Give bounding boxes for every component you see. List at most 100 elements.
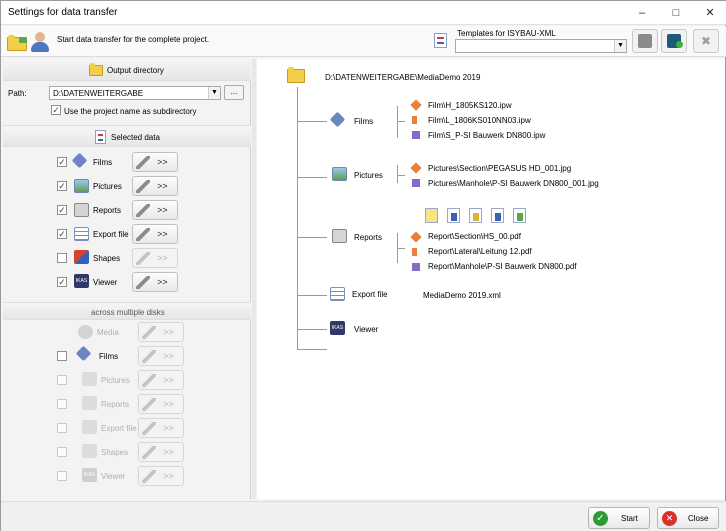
save-template-button[interactable]	[632, 29, 658, 53]
minimize-button[interactable]: –	[625, 1, 659, 25]
picture-file-2: Pictures\Manhole\P-SI Bauwerk DN800_001.…	[428, 179, 599, 188]
film-file-2: Film\L_1806KS010NN03.ipw	[428, 116, 531, 125]
films-checkbox[interactable]: ✓	[57, 157, 67, 167]
report-file-icon	[410, 231, 422, 243]
settings-window: Settings for data transfer – □ ✕ Start d…	[0, 0, 726, 531]
report-template-icon	[513, 208, 526, 223]
pictures-label: Pictures	[93, 182, 122, 191]
viewer-checkbox[interactable]: ✓	[57, 277, 67, 287]
disk-list: Media >> Films >> Pictures >> Reports >>…	[3, 321, 251, 499]
root-folder-icon	[287, 67, 305, 83]
templates-dropdown[interactable]: ▼	[455, 39, 627, 53]
path-value: D:\DATENWEITERGABE	[53, 89, 144, 98]
disk-films-checkbox[interactable]	[57, 351, 67, 361]
film-file-icon	[412, 131, 420, 139]
window-title: Settings for data transfer	[8, 7, 118, 18]
disk-films-settings-button[interactable]: >>	[138, 346, 184, 366]
checklist-icon	[95, 130, 106, 144]
films-icon	[75, 345, 92, 362]
close-window-button[interactable]: ✕	[693, 1, 726, 25]
report-template-icon	[491, 208, 504, 223]
disk-pictures-settings-button[interactable]: >>	[138, 370, 184, 390]
preview-panel: D:\DATENWEITERGABE\MediaDemo 2019 Films …	[257, 59, 725, 499]
export-file-icon	[330, 287, 345, 301]
films-settings-button[interactable]: >>	[132, 152, 178, 172]
left-panel: Output directory Path: D:\DATENWEITERGAB…	[3, 59, 251, 499]
wrench-icon	[142, 446, 156, 459]
wrench-icon	[142, 350, 156, 363]
shapes-checkbox[interactable]	[57, 253, 67, 263]
export-file-checkbox[interactable]: ✓	[57, 229, 67, 239]
selected-data-title: Selected data	[111, 133, 160, 142]
pictures-checkbox[interactable]: ✓	[57, 181, 67, 191]
report-file-icon	[412, 248, 417, 256]
disk-viewer-checkbox[interactable]	[57, 471, 67, 481]
start-button[interactable]: ✓ Start	[588, 507, 650, 529]
header-strip: Start data transfer for the complete pro…	[1, 26, 726, 57]
picture-file-icon	[412, 179, 420, 187]
across-disks-title: across multiple disks	[91, 308, 165, 317]
wrench-icon	[136, 204, 150, 217]
use-project-name-checkbox[interactable]: ✓	[51, 105, 61, 115]
pictures-icon	[332, 167, 347, 181]
disk-films-label: Films	[99, 352, 119, 361]
viewer-settings-button[interactable]: >>	[132, 272, 178, 292]
report-template-icon	[447, 208, 460, 223]
export-file-icon	[82, 420, 97, 434]
chevron-down-icon: ▼	[208, 87, 220, 99]
disk-viewer-settings-button[interactable]: >>	[138, 466, 184, 486]
wrench-icon	[142, 326, 156, 339]
report-file-2: Report\Lateral\Leitung 12.pdf	[428, 247, 532, 256]
path-dropdown[interactable]: D:\DATENWEITERGABE ▼	[49, 86, 221, 100]
path-label: Path:	[8, 89, 27, 98]
disk-reports-label: Reports	[101, 400, 130, 409]
media-settings-button[interactable]: >>	[138, 322, 184, 342]
disk-export-file-settings-button[interactable]: >>	[138, 418, 184, 438]
disk-pictures-label: Pictures	[101, 376, 130, 385]
export-file-label: Export file	[93, 230, 129, 239]
wrench-icon	[142, 374, 156, 387]
export-file-settings-button[interactable]: >>	[132, 224, 178, 244]
output-directory-header: Output directory	[3, 59, 251, 81]
folder-icon	[89, 63, 103, 76]
root-path: D:\DATENWEITERGABE\MediaDemo 2019	[325, 73, 481, 82]
save-new-template-button[interactable]	[661, 29, 687, 53]
disk-reports-settings-button[interactable]: >>	[138, 394, 184, 414]
splitter-handle[interactable]	[252, 59, 256, 499]
reports-settings-button[interactable]: >>	[132, 200, 178, 220]
shapes-settings-button[interactable]: >>	[132, 248, 178, 268]
use-project-name-label: Use the project name as subdirectory	[64, 107, 197, 116]
film-file-3: Film\S_P-SI Bauwerk DN800.ipw	[428, 131, 546, 140]
check-icon: ✓	[593, 511, 608, 526]
tree-reports-label: Reports	[354, 233, 383, 242]
close-button[interactable]: ✕ Close	[657, 507, 719, 529]
viewer-icon: IKAS	[82, 468, 97, 482]
reports-checkbox[interactable]: ✓	[57, 205, 67, 215]
wrench-icon	[136, 276, 150, 289]
selected-data-header: Selected data	[3, 125, 251, 147]
wrench-icon	[136, 228, 150, 241]
wrench-icon	[136, 156, 150, 169]
printer-icon	[82, 396, 97, 410]
pictures-icon	[74, 179, 89, 193]
report-template-icon	[425, 208, 438, 223]
delete-template-button[interactable]: ✖	[693, 29, 719, 53]
disk-viewer-label: Viewer	[101, 472, 126, 481]
viewer-label: Viewer	[93, 278, 118, 287]
disk-shapes-settings-button[interactable]: >>	[138, 442, 184, 462]
wrench-icon	[136, 252, 150, 265]
maximize-button[interactable]: □	[659, 1, 693, 25]
template-checklist-icon	[434, 33, 447, 48]
disk-reports-checkbox[interactable]	[57, 399, 67, 409]
disk-shapes-checkbox[interactable]	[57, 447, 67, 457]
browse-button[interactable]: ...	[224, 85, 244, 100]
picture-file-1: Pictures\Section\PEGASUS HD_001.jpg	[428, 164, 572, 173]
report-file-3: Report\Manhole\P-SI Bauwerk DN800.pdf	[428, 262, 577, 271]
disk-pictures-checkbox[interactable]	[57, 375, 67, 385]
viewer-icon: IKAS	[330, 321, 345, 335]
disk-export-file-checkbox[interactable]	[57, 423, 67, 433]
pictures-settings-button[interactable]: >>	[132, 176, 178, 196]
films-label: Films	[93, 158, 113, 167]
film-file-icon	[410, 99, 422, 111]
header-description: Start data transfer for the complete pro…	[57, 35, 210, 44]
